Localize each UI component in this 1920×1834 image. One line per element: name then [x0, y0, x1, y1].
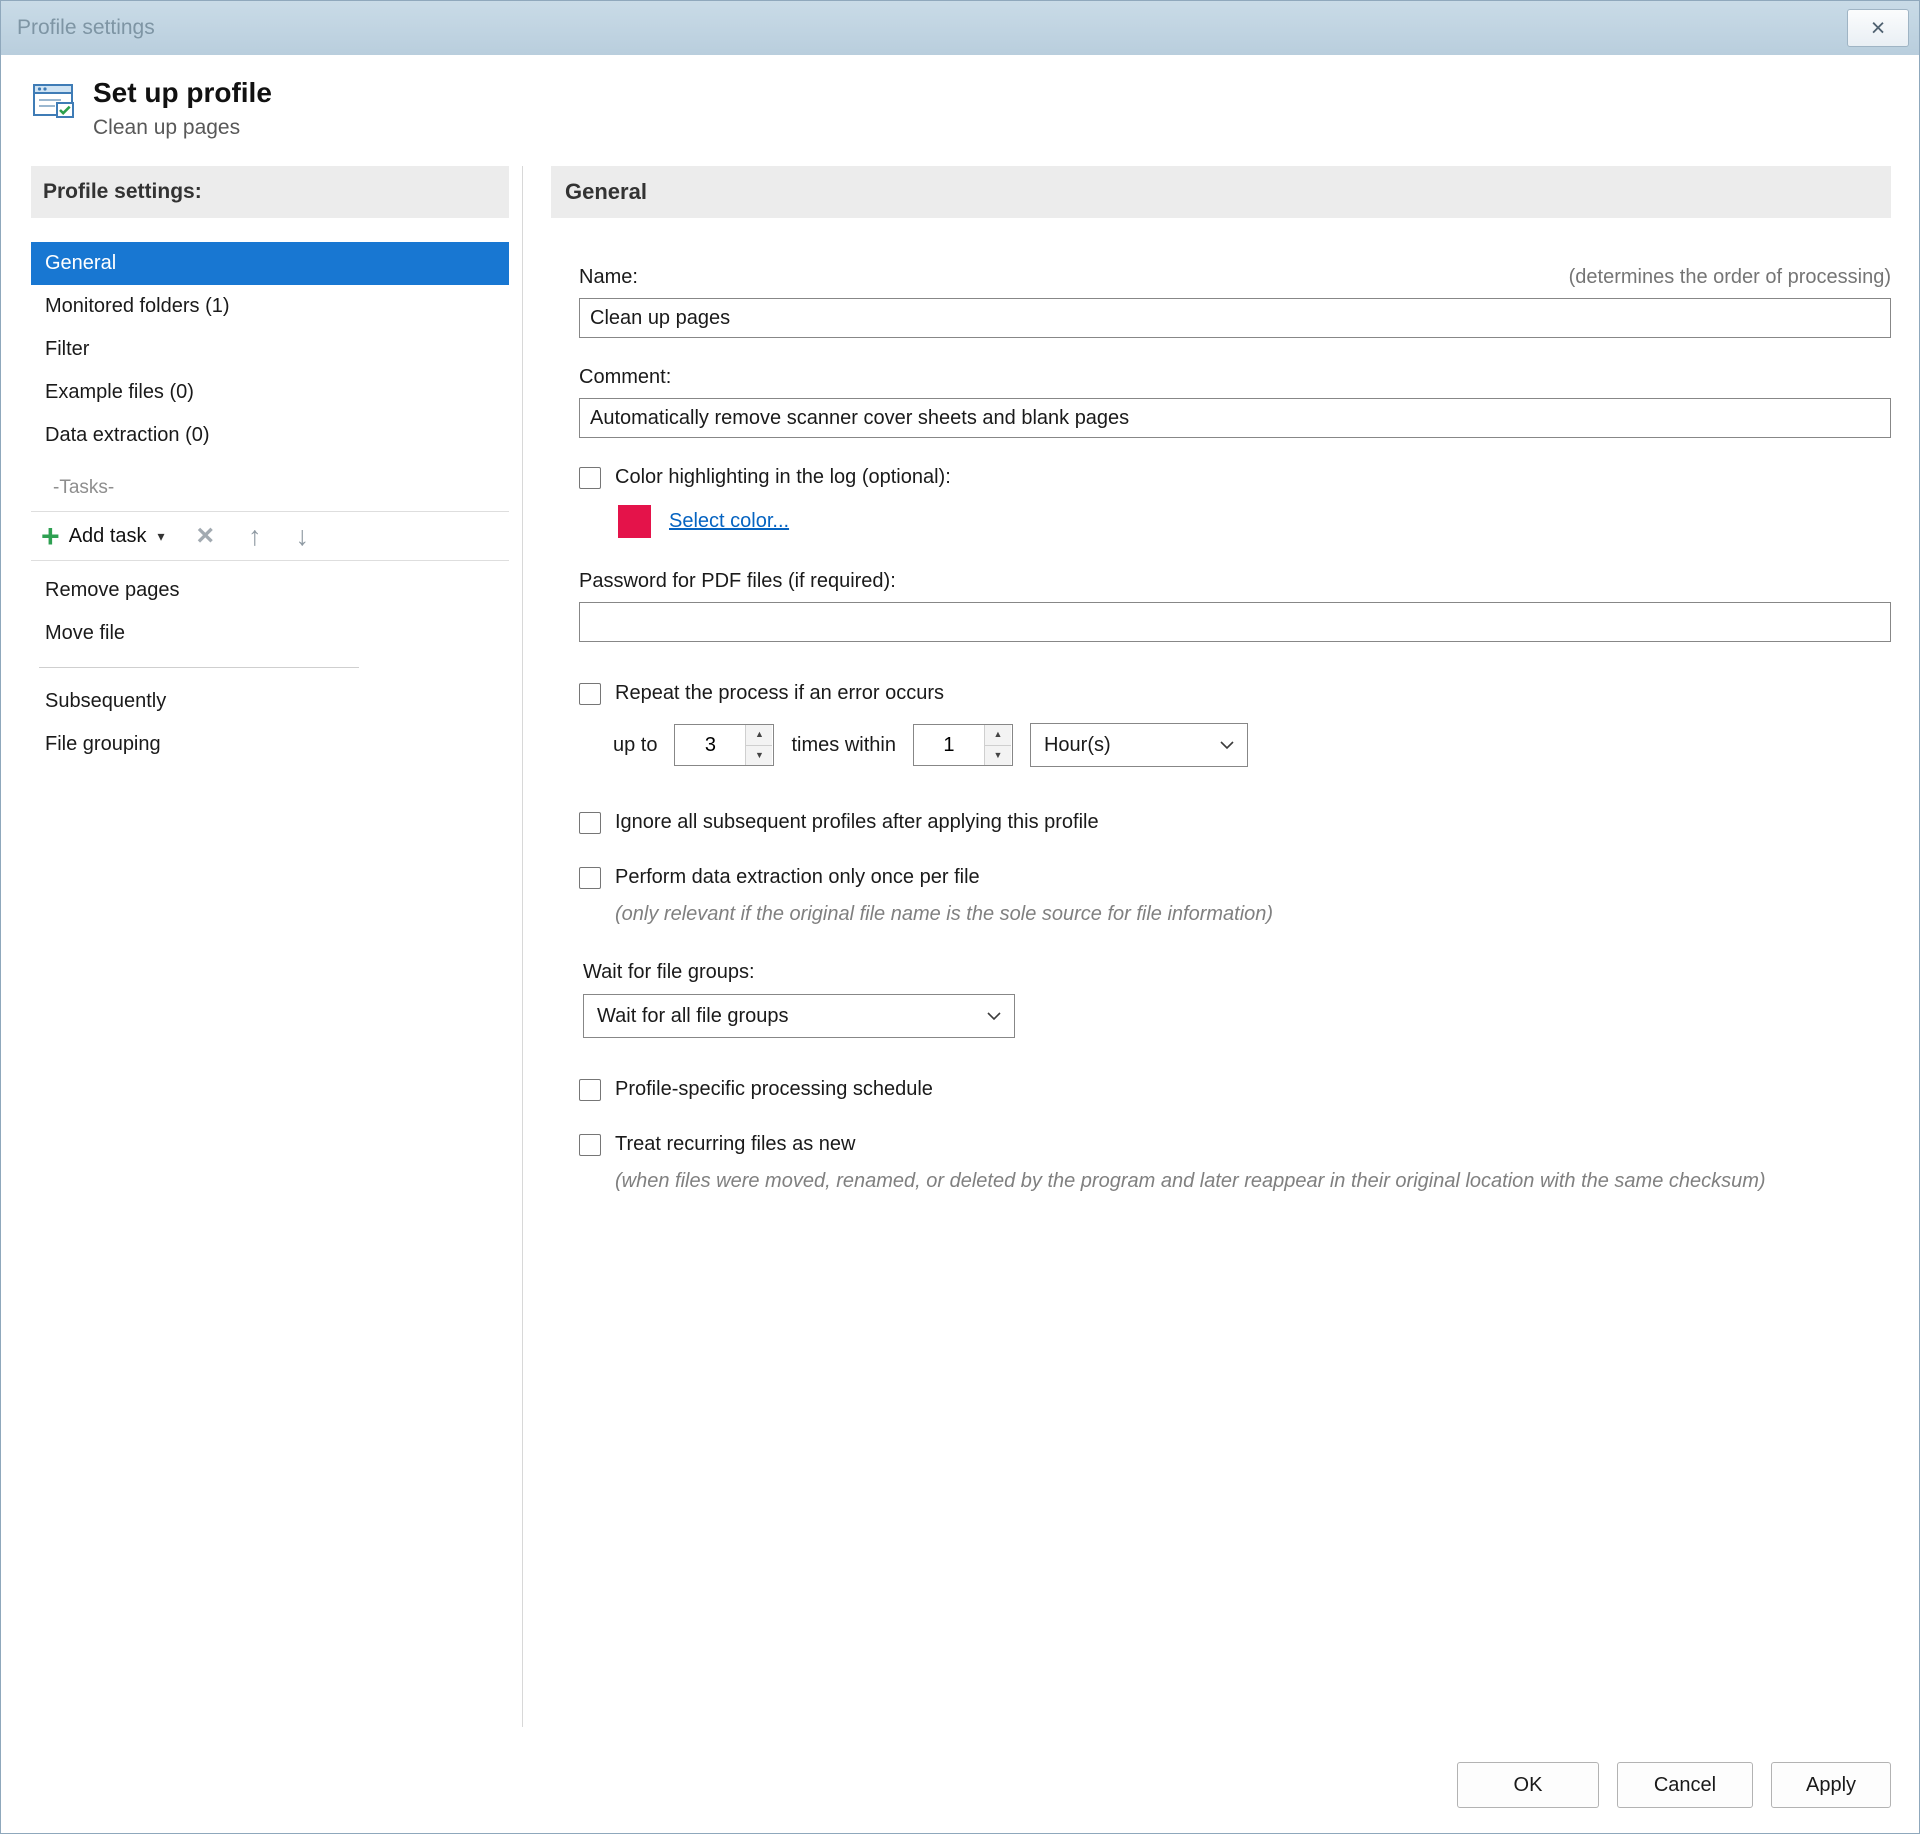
select-color-link[interactable]: Select color...: [669, 510, 789, 533]
extract-once-note: (only relevant if the original file name…: [615, 900, 1891, 929]
retry-count-spinner: ▲ ▼: [674, 724, 774, 766]
repeat-on-error-checkbox[interactable]: [579, 683, 601, 705]
spin-down-icon: ▼: [755, 750, 764, 760]
main-panel: General Name: (determines the order of p…: [522, 166, 1919, 1727]
caret-down-icon: ▾: [158, 528, 165, 545]
within-spin-down-button[interactable]: ▼: [985, 745, 1011, 766]
arrow-up-icon: ↑: [248, 521, 262, 551]
dialog-footer: OK Cancel Apply: [1, 1727, 1919, 1833]
delete-task-button[interactable]: ×: [195, 521, 217, 551]
sidebar-item-general[interactable]: General: [31, 242, 509, 285]
general-form: Name: (determines the order of processin…: [551, 218, 1891, 1196]
sidebar-item-file-grouping[interactable]: File grouping: [31, 723, 509, 766]
time-unit-dropdown[interactable]: Hour(s): [1030, 723, 1248, 767]
sidebar: Profile settings: General Monitored fold…: [31, 166, 509, 1727]
sidebar-item-data-extraction[interactable]: Data extraction (0): [31, 414, 509, 457]
cancel-button[interactable]: Cancel: [1617, 1762, 1753, 1808]
setup-profile-icon: [31, 79, 75, 129]
close-icon: ×: [1871, 14, 1886, 42]
move-task-up-button[interactable]: ↑: [246, 523, 264, 550]
password-input[interactable]: [579, 602, 1891, 642]
page-subtitle: Clean up pages: [93, 116, 272, 140]
comment-input[interactable]: [579, 398, 1891, 438]
recurring-files-checkbox[interactable]: [579, 1134, 601, 1156]
sidebar-header: Profile settings:: [31, 166, 509, 218]
retry-count-input[interactable]: [675, 725, 745, 765]
time-unit-value: Hour(s): [1044, 734, 1111, 757]
times-within-label: times within: [791, 734, 895, 757]
plus-icon: +: [41, 526, 60, 546]
ok-button[interactable]: OK: [1457, 1762, 1599, 1808]
dialog-header: Set up profile Clean up pages: [1, 55, 1919, 166]
comment-label: Comment:: [579, 366, 671, 389]
name-input[interactable]: [579, 298, 1891, 338]
profile-settings-dialog: Profile settings × Set up profile Clean …: [0, 0, 1920, 1834]
add-task-label: Add task: [69, 525, 147, 548]
titlebar: Profile settings ×: [1, 1, 1919, 55]
password-label: Password for PDF files (if required):: [579, 570, 896, 593]
tasks-toolbar: + Add task ▾ × ↑ ↓: [31, 511, 509, 561]
wait-groups-dropdown[interactable]: Wait for all file groups: [583, 994, 1015, 1038]
within-count-input[interactable]: [914, 725, 984, 765]
retry-spin-up-button[interactable]: ▲: [746, 725, 772, 745]
color-swatch: [618, 505, 651, 538]
add-task-button[interactable]: + Add task ▾: [41, 525, 165, 548]
name-label: Name:: [579, 266, 638, 289]
within-count-spinner: ▲ ▼: [913, 724, 1013, 766]
ignore-profiles-label: Ignore all subsequent profiles after app…: [615, 811, 1099, 834]
sidebar-item-filter[interactable]: Filter: [31, 328, 509, 371]
sidebar-item-example-files[interactable]: Example files (0): [31, 371, 509, 414]
extract-once-label: Perform data extraction only once per fi…: [615, 866, 980, 889]
wait-groups-label: Wait for file groups:: [583, 961, 755, 984]
sidebar-divider: [39, 667, 359, 668]
repeat-on-error-label: Repeat the process if an error occurs: [615, 682, 944, 705]
up-to-label: up to: [613, 734, 657, 757]
arrow-down-icon: ↓: [296, 521, 310, 551]
task-item-remove-pages[interactable]: Remove pages: [31, 569, 509, 612]
spin-up-icon: ▲: [755, 729, 764, 739]
ignore-profiles-checkbox[interactable]: [579, 812, 601, 834]
page-title: Set up profile: [93, 77, 272, 109]
sidebar-item-subsequently[interactable]: Subsequently: [31, 680, 509, 723]
section-title: General: [551, 166, 1891, 218]
spin-down-icon: ▼: [994, 750, 1003, 760]
wait-groups-value: Wait for all file groups: [597, 1005, 789, 1028]
spin-up-icon: ▲: [994, 729, 1003, 739]
within-spin-up-button[interactable]: ▲: [985, 725, 1011, 745]
header-text: Set up profile Clean up pages: [93, 77, 272, 140]
schedule-checkbox[interactable]: [579, 1079, 601, 1101]
sidebar-item-monitored-folders[interactable]: Monitored folders (1): [31, 285, 509, 328]
move-task-down-button[interactable]: ↓: [294, 523, 312, 550]
color-highlight-checkbox[interactable]: [579, 467, 601, 489]
recurring-files-note: (when files were moved, renamed, or dele…: [615, 1167, 1775, 1196]
retry-spin-down-button[interactable]: ▼: [746, 745, 772, 766]
name-hint: (determines the order of processing): [1569, 266, 1891, 289]
close-button[interactable]: ×: [1847, 9, 1909, 47]
chevron-down-icon: [987, 1012, 1001, 1021]
chevron-down-icon: [1220, 741, 1234, 750]
recurring-files-label: Treat recurring files as new: [615, 1133, 855, 1156]
delete-icon: ×: [197, 519, 215, 552]
task-item-move-file[interactable]: Move file: [31, 612, 509, 655]
color-highlight-label: Color highlighting in the log (optional)…: [615, 466, 951, 489]
extract-once-checkbox[interactable]: [579, 867, 601, 889]
schedule-label: Profile-specific processing schedule: [615, 1078, 933, 1101]
window-title: Profile settings: [17, 16, 155, 40]
apply-button[interactable]: Apply: [1771, 1762, 1891, 1808]
content-area: Profile settings: General Monitored fold…: [1, 166, 1919, 1727]
tasks-section-label: -Tasks-: [31, 457, 509, 511]
